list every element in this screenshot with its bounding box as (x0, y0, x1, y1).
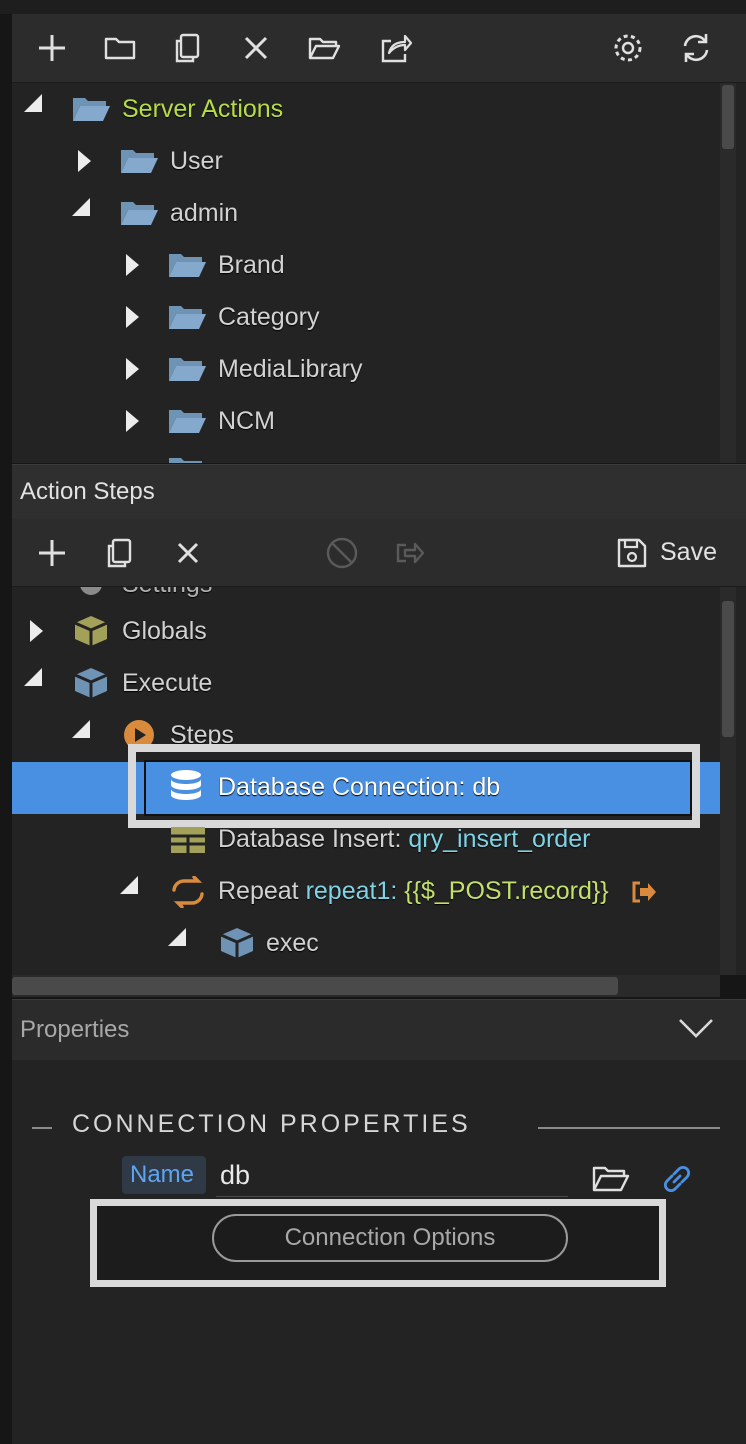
folder-open-icon (121, 202, 158, 225)
step-type: Database Insert: (218, 825, 402, 853)
expand-toggle[interactable] (126, 254, 139, 276)
panel-title: Properties (20, 1016, 130, 1043)
plus-icon[interactable] (32, 533, 72, 573)
link-icon[interactable] (660, 1162, 694, 1196)
disable-icon[interactable] (322, 533, 362, 573)
expand-toggle[interactable] (24, 94, 42, 112)
step-name: qry_insert_order (408, 825, 591, 853)
steps-horizontal-scrollbar[interactable] (12, 975, 720, 997)
tree-item-repeat[interactable]: Repeat repeat1: {{$_POST.record}} (218, 876, 609, 906)
cube-icon (74, 616, 108, 646)
folder-icon (169, 458, 202, 463)
database-icon (171, 770, 201, 800)
clipped-row: Settings (12, 587, 720, 599)
tree-item-settings: Settings (122, 587, 212, 599)
step-expression: {{$_POST.record}} (404, 877, 609, 905)
cube-icon (74, 668, 108, 698)
expand-toggle[interactable] (72, 720, 90, 738)
steps-scrollbar[interactable] (720, 587, 736, 975)
tree-item-medialibrary[interactable]: MediaLibrary (218, 354, 363, 384)
expand-toggle[interactable] (72, 198, 90, 216)
top-strip (0, 0, 746, 14)
expand-toggle[interactable] (120, 876, 138, 894)
tree-item-category[interactable]: Category (218, 302, 319, 332)
tree-item-execute[interactable]: Execute (122, 668, 212, 698)
expand-toggle[interactable] (126, 306, 139, 328)
expand-toggle[interactable] (126, 358, 139, 380)
tree-item-admin[interactable]: admin (170, 198, 238, 228)
gear-icon (80, 587, 102, 595)
panel-title: Action Steps (20, 478, 155, 505)
folder-open-icon[interactable] (592, 1164, 630, 1194)
folder-open-icon (169, 410, 206, 433)
scrollbar-thumb[interactable] (722, 85, 734, 149)
server-actions-tree (12, 83, 746, 463)
close-icon[interactable] (168, 533, 208, 573)
expand-toggle[interactable] (30, 620, 43, 642)
name-input-value: db (220, 1160, 251, 1190)
name-label: Name (130, 1161, 195, 1188)
folder-open-icon (121, 150, 158, 173)
folder-open-icon (73, 98, 110, 121)
connection-options-button[interactable]: Connection Options (212, 1214, 568, 1262)
scrollbar-thumb[interactable] (722, 601, 734, 737)
divider (538, 1127, 720, 1129)
close-icon[interactable] (236, 28, 276, 68)
server-actions-toolbar (12, 14, 746, 83)
expand-toggle[interactable] (168, 928, 186, 946)
folder-open-icon[interactable] (304, 28, 344, 68)
copy-icon[interactable] (168, 28, 208, 68)
tree-item-database-connection[interactable]: Database Connection: db (218, 772, 500, 802)
folder-open-icon (169, 306, 206, 329)
name-label-bg: Name (122, 1156, 206, 1194)
tree-item-database-insert[interactable]: Database Insert: qry_insert_order (218, 824, 590, 854)
action-steps-toolbar: Save (12, 519, 746, 587)
repeat-icon (172, 876, 204, 908)
gear-icon[interactable] (608, 28, 648, 68)
tree-item-server-actions[interactable]: Server Actions (122, 94, 283, 124)
output-icon (632, 881, 656, 903)
share-icon[interactable] (376, 28, 416, 68)
copy-icon[interactable] (100, 533, 140, 573)
properties-header[interactable]: Properties (12, 999, 746, 1061)
expand-toggle[interactable] (24, 668, 42, 686)
chevron-down-icon[interactable] (678, 1016, 714, 1040)
tree-item-exec[interactable]: exec (266, 928, 319, 958)
step-type: Repeat (218, 877, 299, 905)
tree-item-globals[interactable]: Globals (122, 616, 207, 646)
folder-icon[interactable] (100, 28, 140, 68)
cube-icon (220, 928, 254, 958)
export-icon[interactable] (390, 533, 430, 573)
step-name: repeat1: (305, 877, 398, 905)
tree-item-brand[interactable]: Brand (218, 250, 285, 280)
folder-open-icon (169, 358, 206, 381)
tree-item-ncm[interactable]: NCM (218, 406, 275, 436)
action-steps-header: Action Steps (12, 464, 746, 519)
expand-toggle[interactable] (78, 150, 91, 172)
scrollbar-thumb[interactable] (12, 977, 618, 995)
folder-open-icon (169, 254, 206, 277)
plus-icon[interactable] (32, 28, 72, 68)
save-icon[interactable] (612, 533, 652, 573)
divider (32, 1127, 52, 1129)
tree-scrollbar[interactable] (720, 83, 736, 463)
save-button[interactable]: Save (660, 538, 717, 567)
table-icon (171, 827, 205, 853)
section-heading: CONNECTION PROPERTIES (72, 1110, 471, 1138)
refresh-icon[interactable] (676, 28, 716, 68)
expand-toggle[interactable] (126, 410, 139, 432)
tree-item-user[interactable]: User (170, 146, 223, 176)
name-input[interactable]: db (216, 1156, 568, 1197)
